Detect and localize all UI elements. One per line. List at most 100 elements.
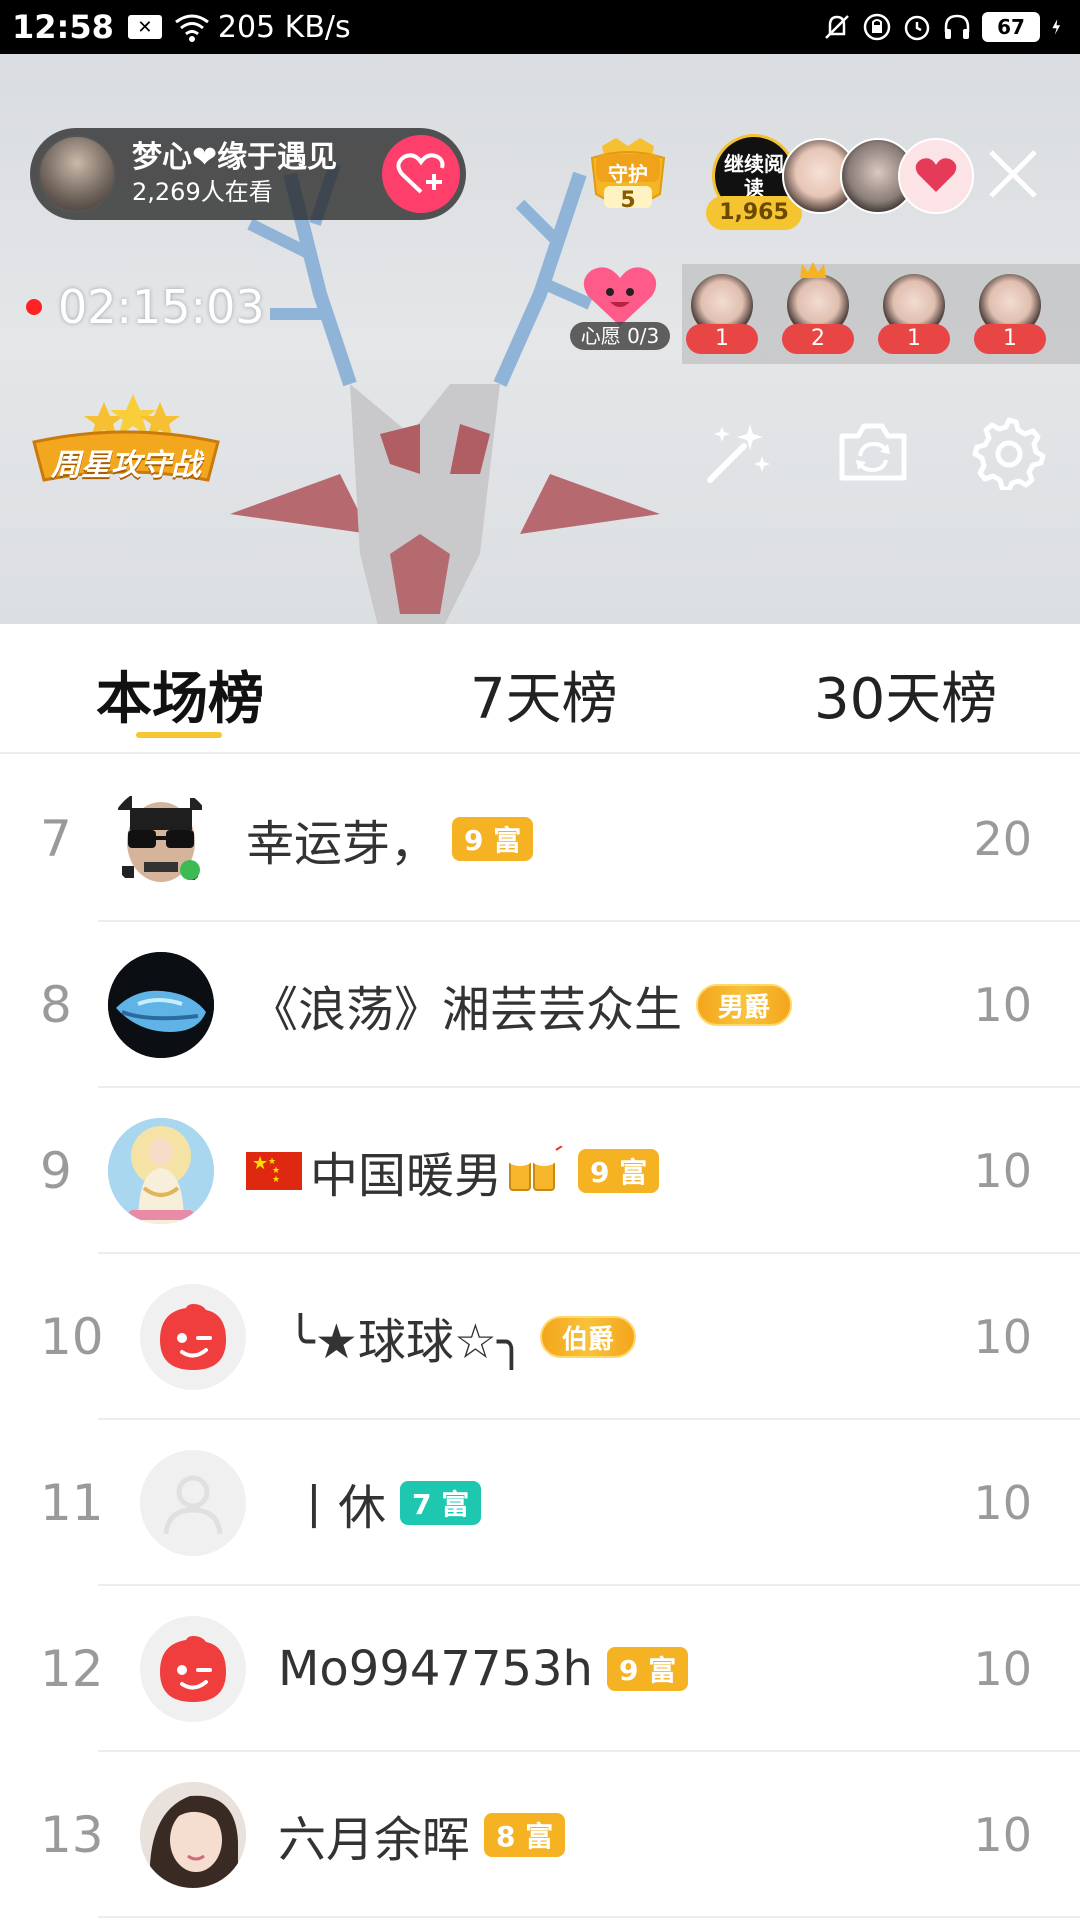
- rank-number: 12: [40, 1640, 104, 1698]
- anchor-name: 梦心❤缘于遇见: [132, 140, 338, 175]
- battery-level: 67: [997, 15, 1025, 39]
- ranking-list: 7 幸运芽， 9 富 20 8 《浪荡》湘芸芸众生 男爵 10 9 ★ ★ ★ …: [0, 756, 1080, 1918]
- woman-portrait-avatar-icon: [140, 1782, 246, 1888]
- heart-face-icon: [583, 267, 657, 326]
- rich-level-badge: 9 富: [452, 817, 534, 861]
- rank-number: 7: [40, 810, 72, 868]
- list-item[interactable]: 13 六月余晖 8 富 10: [0, 1752, 1080, 1918]
- headphones-icon: [944, 14, 970, 39]
- rank-number: 9: [40, 1142, 72, 1200]
- crown-icon: [800, 262, 826, 278]
- user-name: 中国暖男: [310, 1148, 503, 1204]
- wink-face-avatar-icon: [160, 1304, 226, 1370]
- anchor-avatar[interactable]: [38, 135, 116, 213]
- beer-icon: [508, 1146, 563, 1191]
- rank-number: 13: [40, 1806, 104, 1864]
- user-name: 《浪荡》湘芸芸众生: [250, 982, 683, 1038]
- rotation-lock-icon: [863, 13, 891, 41]
- score: 10: [973, 978, 1032, 1032]
- network-speed: 205 KB/s: [217, 9, 351, 45]
- user-name: 幸运芽，: [246, 816, 439, 872]
- viewer-count: 2,269人在看: [132, 178, 273, 206]
- tab-7-days[interactable]: 7天榜: [470, 654, 618, 735]
- wifi-icon: [174, 14, 209, 42]
- camera-switch-icon[interactable]: [836, 416, 910, 490]
- user-avatar[interactable]: [140, 1616, 246, 1722]
- no-sim-icon: ✕: [127, 15, 162, 39]
- user-name: 六月余晖: [278, 1812, 471, 1868]
- china-flag-icon: ★ ★ ★ ★: [246, 1152, 302, 1190]
- wish-widget[interactable]: 心愿 0/3: [570, 260, 670, 350]
- heart-icon: [915, 158, 957, 192]
- guanyin-avatar-icon: [108, 1118, 214, 1224]
- score: 10: [973, 1808, 1032, 1862]
- guard-badge[interactable]: 守护 5: [582, 132, 674, 222]
- list-item[interactable]: 8 《浪荡》湘芸芸众生 男爵 10: [0, 922, 1080, 1088]
- rank-number: 8: [40, 976, 72, 1034]
- live-timer-text: 02:15:03: [58, 280, 265, 334]
- coin-count: 1,965: [706, 196, 802, 230]
- live-video[interactable]: 梦心❤缘于遇见 2,269人在看 守护 5 继续阅读 1,965 02:15:0…: [0, 54, 1080, 624]
- charging-icon: [1052, 19, 1061, 35]
- user-name: 丨休: [290, 1480, 387, 1536]
- list-item[interactable]: 10 ╰★球球☆╮ 伯爵 10: [0, 1254, 1080, 1420]
- blue-shoe-avatar-icon: [108, 952, 214, 1058]
- list-item[interactable]: 7 幸运芽， 9 富 20: [0, 756, 1080, 922]
- tab-this-session[interactable]: 本场榜: [96, 654, 264, 735]
- score: 10: [973, 1310, 1032, 1364]
- fan-item[interactable]: 1: [686, 274, 758, 364]
- week-star-label: 周星攻守战: [51, 448, 201, 483]
- live-timer: 02:15:03: [26, 280, 265, 334]
- default-user-avatar-icon: [163, 1475, 223, 1535]
- user-avatar[interactable]: [108, 1118, 214, 1224]
- rich-level-badge: 9 富: [578, 1149, 660, 1193]
- rich-level-badge: 8 富: [484, 1813, 566, 1857]
- wink-face-avatar-icon: [160, 1636, 226, 1702]
- user-avatar[interactable]: [108, 952, 214, 1058]
- fan-item[interactable]: 2: [782, 262, 854, 364]
- battery-indicator: 67: [982, 12, 1040, 42]
- status-bar: 12:58 ✕ 205 KB/s 67: [0, 0, 1080, 54]
- divider: [98, 1916, 1080, 1918]
- list-item[interactable]: 9 ★ ★ ★ ★ 中国暖男 9 富 10: [0, 1088, 1080, 1254]
- settings-gear-icon[interactable]: [972, 416, 1046, 490]
- noble-title-badge: 男爵: [696, 984, 793, 1026]
- score: 10: [973, 1476, 1032, 1530]
- viewer-avatar[interactable]: [898, 138, 974, 214]
- score: 10: [973, 1642, 1032, 1696]
- noble-title-badge: 伯爵: [539, 1316, 636, 1358]
- sunglasses-man-avatar-icon: [108, 786, 214, 892]
- user-avatar[interactable]: [140, 1450, 246, 1556]
- ranking-tabs: 本场榜 7天榜 30天榜: [0, 624, 1080, 754]
- rank-number: 10: [40, 1308, 104, 1366]
- fan-count: 1: [878, 324, 950, 354]
- status-time: 12:58: [12, 8, 114, 46]
- fan-count: 1: [686, 324, 758, 354]
- guard-count: 5: [620, 188, 636, 213]
- week-star-badge[interactable]: 周星攻守战: [28, 394, 224, 494]
- mute-bell-icon: [825, 15, 849, 39]
- follow-button[interactable]: [382, 135, 460, 213]
- score: 10: [973, 1144, 1032, 1198]
- guard-label: 守护: [608, 162, 648, 186]
- fan-item[interactable]: 1: [974, 274, 1046, 364]
- list-item[interactable]: 11 丨休 7 富 10: [0, 1420, 1080, 1586]
- close-icon[interactable]: [985, 146, 1041, 202]
- tab-30-days[interactable]: 30天榜: [814, 654, 997, 735]
- fan-item[interactable]: 1: [878, 274, 950, 364]
- user-avatar[interactable]: [108, 786, 214, 892]
- active-tab-indicator: [136, 732, 222, 738]
- fan-list[interactable]: 1 2 1 1: [682, 262, 1080, 364]
- anchor-info[interactable]: 梦心❤缘于遇见 2,269人在看: [30, 128, 466, 220]
- fan-count: 1: [974, 324, 1046, 354]
- wish-label: 心愿 0/3: [570, 322, 670, 350]
- rich-level-badge: 7 富: [400, 1481, 482, 1525]
- list-item[interactable]: 12 Mo9947753h 9 富 10: [0, 1586, 1080, 1752]
- rich-level-badge: 9 富: [606, 1647, 689, 1691]
- user-avatar[interactable]: [140, 1284, 246, 1390]
- heart-plus-icon: [396, 153, 445, 194]
- user-avatar[interactable]: [140, 1782, 246, 1888]
- magic-wand-icon[interactable]: [700, 416, 774, 490]
- alarm-icon: [904, 15, 930, 41]
- user-name: Mo9947753h: [278, 1641, 593, 1697]
